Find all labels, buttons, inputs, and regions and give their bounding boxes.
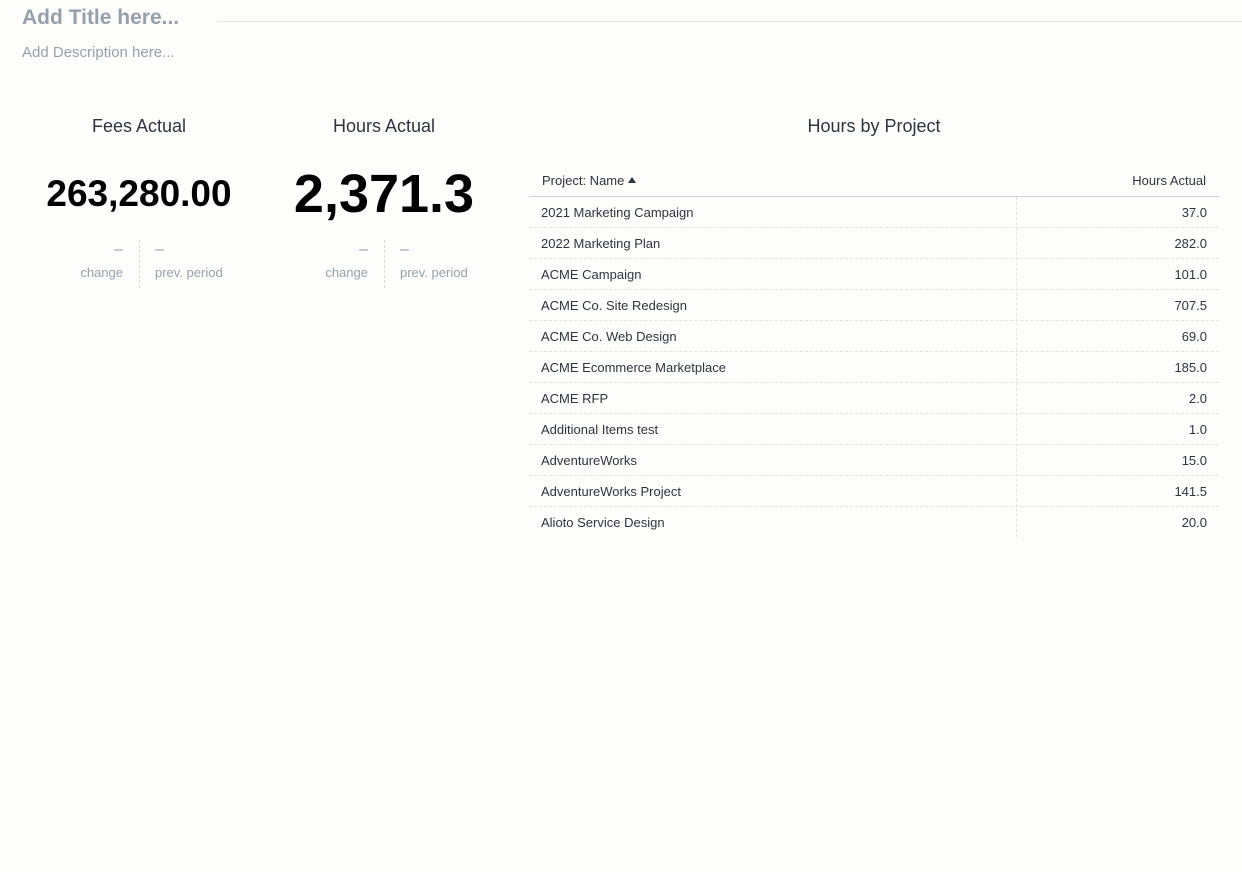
kpi-widget-fees-actual[interactable]: Fees Actual 263,280.00 – change – prev. … <box>17 112 261 288</box>
kpi-prev-period: – prev. period <box>384 240 504 288</box>
column-header-project-name[interactable]: Project: Name <box>542 173 637 188</box>
cell-project-name: AdventureWorks <box>541 453 637 468</box>
table-row[interactable]: 2021 Marketing Campaign 37.0 <box>529 197 1219 228</box>
table-row[interactable]: AdventureWorks Project 141.5 <box>529 476 1219 507</box>
cell-hours-actual: 282.0 <box>1174 236 1207 251</box>
table-row[interactable]: AdventureWorks 15.0 <box>529 445 1219 476</box>
table-title: Hours by Project <box>807 116 941 136</box>
cell-project-name: Alioto Service Design <box>541 515 665 530</box>
cell-project-name: ACME Co. Web Design <box>541 329 677 344</box>
cell-hours-actual: 185.0 <box>1174 360 1207 375</box>
kpi-title: Fees Actual <box>91 116 187 136</box>
cell-hours-actual: 707.5 <box>1174 298 1207 313</box>
kpi-change: – change <box>264 240 384 288</box>
cell-hours-actual: 101.0 <box>1174 267 1207 282</box>
column-header-label: Project: Name <box>542 173 625 188</box>
kpi-change-label: change <box>80 265 123 280</box>
table-row[interactable]: ACME Campaign 101.0 <box>529 259 1219 290</box>
kpi-prev-value: – <box>400 241 409 258</box>
cell-hours-actual: 15.0 <box>1181 453 1207 468</box>
title-divider <box>217 21 1242 22</box>
kpi-prev-label: prev. period <box>400 265 468 280</box>
cell-project-name: AdventureWorks Project <box>541 484 681 499</box>
kpi-value: 263,280.00 <box>46 173 232 214</box>
table-row[interactable]: Alioto Service Design 20.0 <box>529 507 1219 537</box>
kpi-comparison: – change – prev. period <box>262 240 506 288</box>
table-row[interactable]: ACME RFP 2.0 <box>529 383 1219 414</box>
kpi-change: – change <box>19 240 139 288</box>
kpi-change-label: change <box>325 265 368 280</box>
cell-hours-actual: 37.0 <box>1181 205 1207 220</box>
kpi-prev-period: – prev. period <box>139 240 259 288</box>
cell-project-name: 2021 Marketing Campaign <box>541 205 694 220</box>
cell-hours-actual: 2.0 <box>1188 391 1207 406</box>
kpi-comparison: – change – prev. period <box>17 240 261 288</box>
kpi-change-value: – <box>114 241 123 258</box>
dashboard-title-input[interactable]: Add Title here... <box>22 6 179 30</box>
table-row[interactable]: Additional Items test 1.0 <box>529 414 1219 445</box>
table-row[interactable]: 2022 Marketing Plan 282.0 <box>529 228 1219 259</box>
cell-hours-actual: 20.0 <box>1181 515 1207 530</box>
dashboard-description-input[interactable]: Add Description here... <box>22 44 175 61</box>
cell-project-name: ACME RFP <box>541 391 609 406</box>
sort-ascending-icon[interactable] <box>628 177 637 183</box>
cell-hours-actual: 69.0 <box>1181 329 1207 344</box>
kpi-title: Hours Actual <box>332 116 436 136</box>
kpi-prev-value: – <box>155 241 164 258</box>
kpi-change-value: – <box>359 241 368 258</box>
kpi-prev-label: prev. period <box>155 265 223 280</box>
kpi-value: 2,371.3 <box>293 164 475 224</box>
cell-project-name: ACME Ecommerce Marketplace <box>541 360 726 375</box>
cell-project-name: 2022 Marketing Plan <box>541 236 661 251</box>
kpi-widget-hours-actual[interactable]: Hours Actual 2,371.3 – change – prev. pe… <box>262 112 506 288</box>
table-body: 2021 Marketing Campaign 37.0 2022 Marketin… <box>529 197 1219 537</box>
cell-hours-actual: 1.0 <box>1188 422 1207 437</box>
cell-hours-actual: 141.5 <box>1174 484 1207 499</box>
cell-project-name: ACME Campaign <box>541 267 642 282</box>
column-header-hours-actual[interactable]: Hours Actual <box>1132 173 1206 188</box>
dashboard-page: Add Title here... Add Description here..… <box>0 0 1242 872</box>
table-header: Project: Name Hours Actual <box>529 166 1219 197</box>
cell-project-name: Additional Items test <box>541 422 659 437</box>
cell-project-name: ACME Co. Site Redesign <box>541 298 687 313</box>
table-widget-hours-by-project[interactable]: Hours by Project Project: Name Hours Act… <box>529 112 1219 537</box>
table-row[interactable]: ACME Co. Web Design 69.0 <box>529 321 1219 352</box>
table-row[interactable]: ACME Ecommerce Marketplace 185.0 <box>529 352 1219 383</box>
table-row[interactable]: ACME Co. Site Redesign 707.5 <box>529 290 1219 321</box>
